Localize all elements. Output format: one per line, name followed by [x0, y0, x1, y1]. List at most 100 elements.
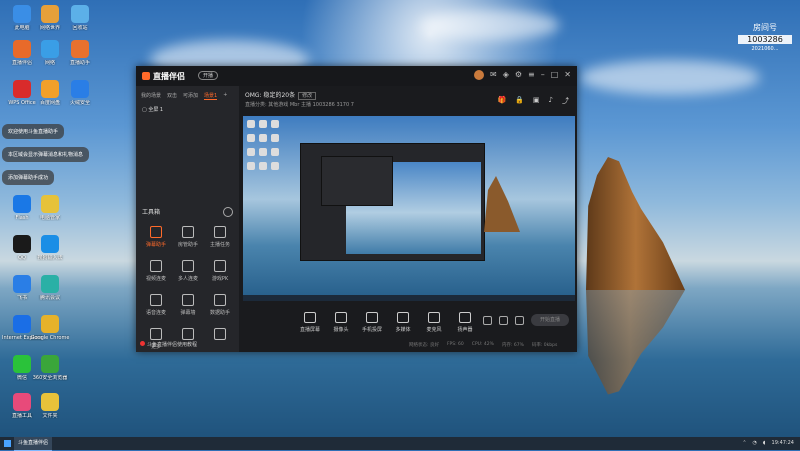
control-label: 手机投屏 [361, 327, 382, 333]
toolbox-more-icon[interactable] [223, 207, 233, 217]
maximize-icon[interactable]: □ [551, 70, 559, 80]
gift-icon[interactable]: 🎁 [497, 96, 506, 106]
desktop-icon[interactable]: 电脑管家 [30, 195, 70, 221]
room-title: 房间号 [753, 23, 777, 32]
desktop-icon-label: 文件夹 [42, 413, 58, 419]
desktop-icon-label: 火绒安全 [69, 100, 90, 106]
sea-rock [586, 157, 685, 290]
nested-window-preview [300, 143, 485, 261]
app-icon [41, 5, 59, 23]
tutorial-link[interactable]: 斗鱼直播伴侣使用教程 [140, 341, 197, 348]
tool-item[interactable] [204, 328, 236, 350]
tool-icon [214, 294, 226, 306]
tool-item[interactable]: 视频连麦 [140, 260, 172, 282]
app-icon [41, 235, 59, 253]
skin-icon[interactable]: ◈ [503, 70, 509, 80]
app-name: 直播伴侣 [153, 72, 185, 81]
bell-icon[interactable]: ♪ [549, 96, 553, 106]
minimize-icon[interactable]: – [541, 70, 545, 80]
source-control[interactable]: 直播屏幕 [299, 312, 321, 333]
beauty-icon[interactable] [499, 316, 508, 325]
desktop-icon[interactable]: 腾讯会议 [30, 275, 70, 301]
scene-item[interactable]: ▢ 全屏 1 [136, 106, 239, 113]
desktop-icon[interactable]: 回收站 [60, 5, 100, 31]
share-icon[interactable]: ⤴ [562, 96, 569, 106]
app-icon [13, 355, 31, 373]
app-icon [13, 195, 31, 213]
app-icon [41, 275, 59, 293]
app-icon [13, 235, 31, 253]
desktop-icon[interactable]: 360安全浏览器 [30, 355, 70, 381]
control-label: 摄像头 [333, 327, 349, 333]
tool-label: 多人连麦 [177, 276, 198, 282]
system-tray: ⌃ ◔ ◖ 19:47:24 [742, 440, 794, 446]
app-icon [13, 315, 31, 333]
tool-item[interactable]: 弹幕墙 [172, 294, 204, 316]
taskbar-app[interactable]: 斗鱼直播伴侣 [14, 437, 53, 451]
stream-preview[interactable] [243, 116, 575, 301]
desktop-icon-label: 360安全浏览器 [32, 375, 68, 381]
edit-title-button[interactable]: 修改 [298, 92, 317, 100]
clock[interactable]: 19:47:24 [772, 440, 794, 446]
desktop-icon[interactable]: 文件夹 [30, 393, 70, 419]
tab-addable[interactable]: 可添加 [183, 92, 198, 100]
desktop-icon-label: 回收站 [72, 25, 88, 31]
tool-item[interactable]: 游戏PK [204, 260, 236, 282]
title-bar[interactable]: 直播伴侣 开播 ✉ ◈ ⚙ ≡ – □ ✕ [136, 66, 577, 86]
tab-my-scenes[interactable]: 我的场景 [141, 92, 161, 100]
message-icon[interactable]: ✉ [490, 70, 497, 80]
desktop-icon-label: 搜狗输入法 [37, 255, 63, 261]
source-control[interactable]: 麦克风 [423, 312, 445, 333]
app-icon [41, 315, 59, 333]
avatar[interactable] [474, 70, 484, 80]
tool-item[interactable]: 多人连麦 [172, 260, 204, 282]
control-icon [459, 312, 471, 323]
tool-icon [214, 328, 226, 340]
tool-icon [182, 294, 194, 306]
tutorial-dot-icon [140, 341, 145, 346]
desktop-icon[interactable]: 直播助手 [60, 40, 100, 66]
settings-icon[interactable] [515, 316, 524, 325]
preview-rock [484, 176, 520, 232]
notification-2: 本区域会显示弹幕消息和礼物消息 [2, 147, 90, 162]
tab-scene-1[interactable]: 场景1 [204, 92, 218, 100]
tool-item[interactable]: 弹幕助手 [140, 226, 172, 248]
source-control[interactable]: 手机投屏 [361, 312, 383, 333]
record-icon[interactable]: ▣ [533, 96, 540, 106]
tool-label: 弹幕墙 [180, 310, 196, 316]
header-icons: 🎁 🔒 ▣ ♪ ⤴ [497, 96, 569, 106]
app-icon [41, 80, 59, 98]
start-live-button[interactable]: 开始直播 [531, 314, 569, 326]
notification-1: 欢迎使用斗鱼直播助手 [2, 124, 65, 139]
tool-item[interactable]: 数据助手 [204, 294, 236, 316]
menu-icon[interactable]: ≡ [528, 70, 535, 80]
desktop-icon[interactable]: 火绒安全 [60, 80, 100, 106]
tool-item[interactable]: 主播任务 [204, 226, 236, 248]
volume-icon[interactable]: ◖ [763, 440, 766, 446]
camera-toggle-icon[interactable] [483, 316, 492, 325]
main-panel: OMG: 稳定的20条 修改 直播分类: 其他游戏 Mbr 主播 1003286 … [239, 86, 577, 352]
source-control[interactable]: 摄像头 [330, 312, 352, 333]
toolbox-title: 工具箱 [142, 209, 161, 216]
app-icon [41, 393, 59, 411]
tool-item[interactable]: 房管助手 [172, 226, 204, 248]
tab-double-click[interactable]: 双击 [167, 92, 177, 100]
up-arrow-icon[interactable]: ⌃ [742, 440, 746, 446]
network-icon[interactable]: ◔ [753, 440, 757, 446]
tool-item[interactable]: 语音连麦 [140, 294, 172, 316]
tutorial-label: 斗鱼直播伴侣使用教程 [147, 342, 198, 348]
tool-icon [182, 328, 194, 340]
add-scene-icon[interactable]: + [223, 92, 227, 100]
status-item: 内存: 67% [501, 343, 524, 348]
desktop-icon[interactable]: 搜狗输入法 [30, 235, 70, 261]
tool-label: 弹幕助手 [145, 242, 166, 248]
settings-icon[interactable]: ⚙ [515, 70, 522, 80]
start-button[interactable] [4, 440, 11, 447]
lock-icon[interactable]: 🔒 [515, 96, 524, 106]
app-icon [13, 5, 31, 23]
broadcast-pill[interactable]: 开播 [198, 71, 219, 80]
close-icon[interactable]: ✕ [564, 70, 571, 80]
desktop-icon[interactable]: Google Chrome [30, 315, 70, 341]
source-control[interactable]: 扬声器 [454, 312, 476, 333]
source-control[interactable]: 多媒体 [392, 312, 414, 333]
